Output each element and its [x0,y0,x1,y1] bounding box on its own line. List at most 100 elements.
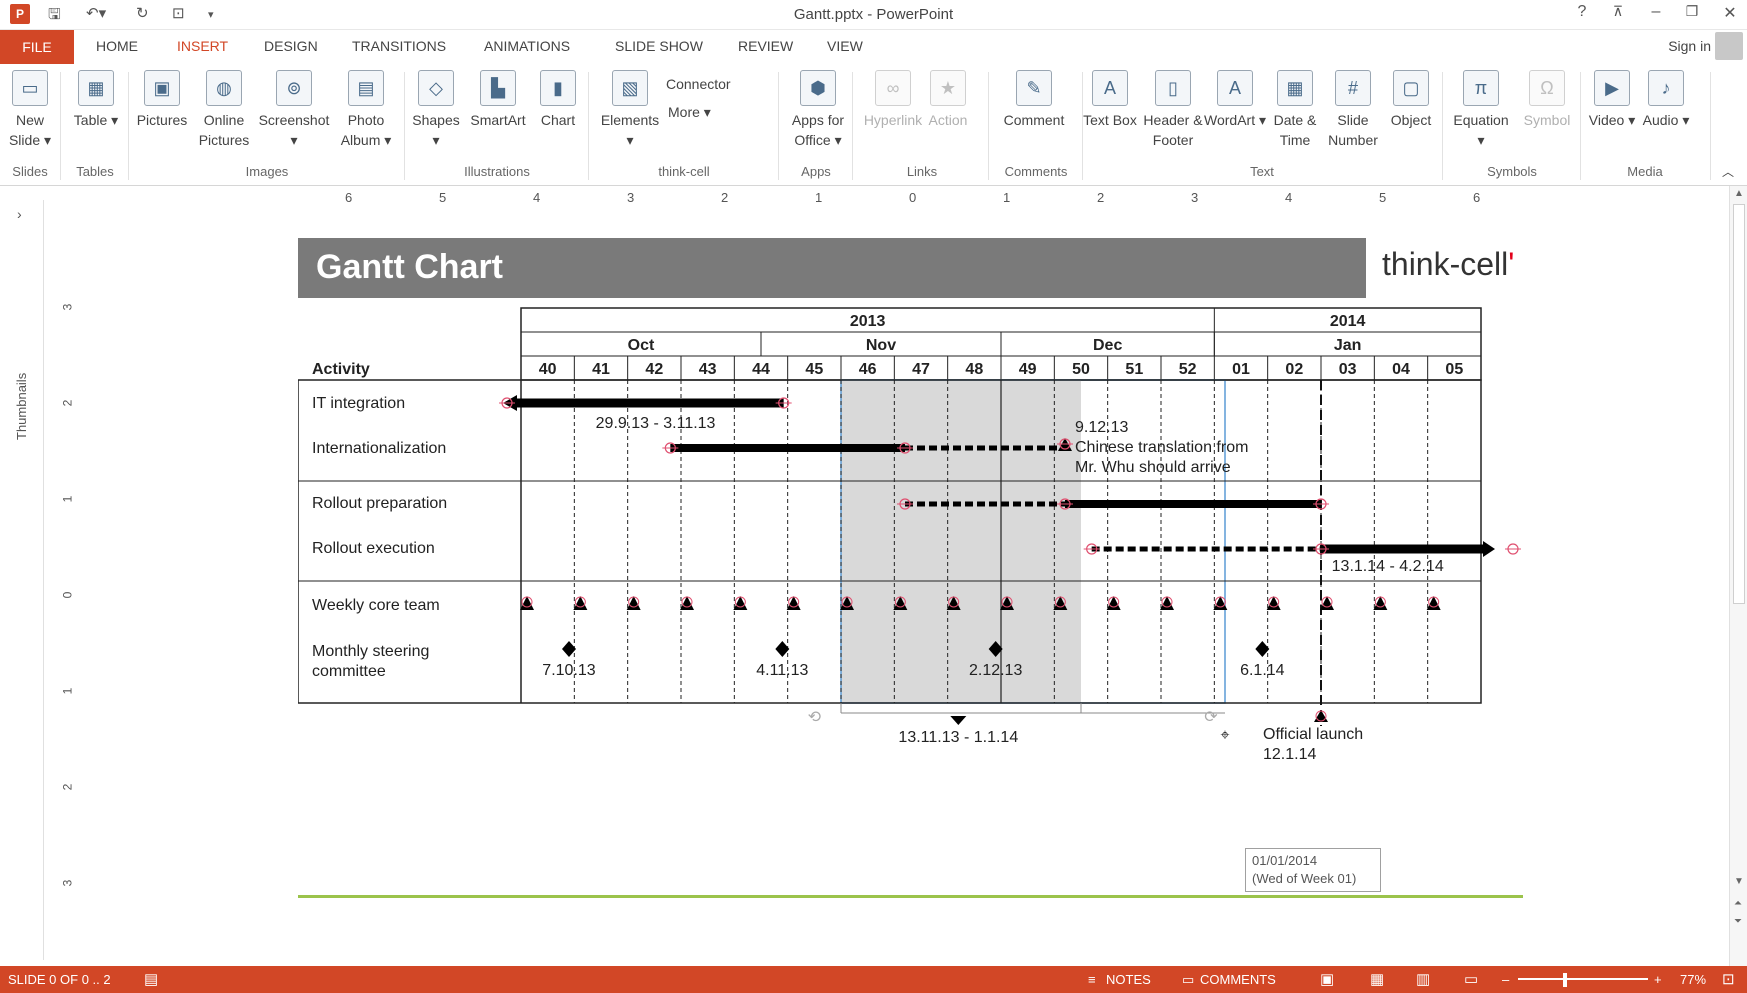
sign-in-link[interactable]: Sign in [1668,38,1711,54]
steering-date: 2.12.13 [969,662,1022,679]
smartart-button[interactable]: ▙ SmartArt [464,66,532,130]
chart-button-label: Chart [540,112,576,128]
steering-date: 6.1.14 [1240,662,1285,679]
calendar-icon: ▦ [1277,70,1313,106]
ribbon-group-divider [988,72,989,180]
zoom-out-icon[interactable]: – [1502,972,1509,987]
tab-file[interactable]: FILE [0,30,74,64]
new-slide-button-label: New Slide ▾ [8,112,52,148]
previous-slide-icon[interactable]: ⏶ [1734,898,1742,909]
text-box-button[interactable]: A Text Box [1082,66,1138,130]
text-box-icon: A [1092,70,1128,106]
tab-slide-show[interactable]: SLIDE SHOW [615,38,703,54]
apps-for-office-button-label: Apps for Office ▾ [791,112,845,148]
comments-icon[interactable]: ▭ [1182,972,1194,988]
week-label: 41 [592,361,610,378]
header-footer-button[interactable]: ▯ Header & Footer [1140,66,1206,150]
action-button[interactable]: ★ Action [922,66,974,130]
table-button[interactable]: ▦ Table ▾ [70,66,122,130]
symbol-button[interactable]: Ω Symbol [1520,66,1574,130]
slide-canvas[interactable]: Gantt Chart think-cell' 2013 2014 Oct Nov De… [298,238,1528,898]
notes-button[interactable]: NOTES [1106,972,1151,987]
slide-show-icon[interactable]: ▭ [1464,970,1478,988]
window-title: Gantt.pptx - PowerPoint [793,6,954,23]
minimize-icon[interactable]: – [1642,3,1670,21]
ruler-mark: 2 [60,783,75,791]
slide-number-button[interactable]: # Slide Number [1322,66,1384,150]
scrollbar-thumb[interactable] [1733,204,1745,604]
object-button-label: Object [1390,112,1432,128]
online-pictures-button[interactable]: ◍ Online Pictures [196,66,252,150]
tab-view[interactable]: VIEW [827,38,863,54]
horizontal-ruler: 6 5 4 3 2 1 0 1 2 3 4 5 6 [70,186,1730,210]
help-button[interactable]: ? [1568,3,1596,21]
activity-label: committee [312,663,386,680]
wordart-button[interactable]: A WordArt ▾ [1204,66,1266,130]
ribbon-display-options-icon[interactable]: ⊼ [1604,3,1632,20]
zoom-slider-thumb[interactable] [1563,973,1567,987]
more-button[interactable]: More ▾ [668,102,711,122]
zoom-slider[interactable] [1518,978,1648,980]
object-button[interactable]: ▢ Object [1382,66,1440,130]
smartart-button-label: SmartArt [470,112,526,128]
apps-for-office-button[interactable]: ⬢ Apps for Office ▾ [784,66,852,150]
avatar[interactable] [1715,32,1743,60]
restore-icon[interactable]: ❐ [1678,3,1706,20]
week-label: 48 [965,361,983,378]
thumbnails-pane: › Thumbnails [0,200,44,960]
tab-transitions[interactable]: TRANSITIONS [352,38,446,54]
comment-icon: ✎ [1016,70,1052,106]
video-button[interactable]: ▶ Video ▾ [1586,66,1638,130]
ruler-mark: 1 [60,687,75,695]
tab-design[interactable]: DESIGN [264,38,318,54]
date-time-button[interactable]: ▦ Date & Time [1264,66,1326,150]
scroll-up-icon[interactable]: ▲ [1734,188,1744,199]
shapes-button[interactable]: ◇ Shapes ▾ [408,66,464,150]
slide-sorter-icon[interactable]: ▦ [1370,970,1384,988]
scroll-down-icon[interactable]: ▼ [1734,876,1744,887]
gantt-chart[interactable]: 2013 2014 Oct Nov Dec Jan 40 41 42 43 44 45 46 47 48 49… [298,238,1528,898]
elements-button[interactable]: ▧ Elements ▾ [596,66,664,150]
ruler-mark: 3 [627,190,635,205]
week-label: 50 [1072,361,1090,378]
tab-insert[interactable]: INSERT [177,38,228,54]
screenshot-button[interactable]: ⊚ Screenshot ▾ [256,66,332,150]
comments-button[interactable]: COMMENTS [1200,972,1276,987]
tab-home[interactable]: HOME [96,38,138,54]
bar-arrow [1483,541,1495,557]
spell-check-icon[interactable]: ▤ [144,970,158,988]
activity-header: Activity [312,361,370,378]
zoom-in-icon[interactable]: + [1654,972,1662,987]
smartart-icon: ▙ [480,70,516,106]
range-pointer [950,716,967,725]
reading-view-icon[interactable]: ▥ [1416,970,1430,988]
vertical-scrollbar[interactable]: ▲ ▼ ⏶ ⏷ [1729,186,1747,966]
comment-button[interactable]: ✎ Comment [996,66,1072,130]
ruler-mark: 2 [721,190,729,205]
audio-button[interactable]: ♪ Audio ▾ [1640,66,1692,130]
normal-view-icon[interactable]: ▣ [1320,970,1334,988]
chart-button[interactable]: ▮ Chart [532,66,584,130]
collapse-ribbon-icon[interactable]: ︿ [1722,162,1734,182]
tab-review[interactable]: REVIEW [738,38,793,54]
zoom-level[interactable]: 77% [1680,972,1706,987]
next-slide-icon[interactable]: ⏷ [1734,916,1742,927]
hyperlink-button[interactable]: ∞ Hyperlink [858,66,928,130]
new-slide-icon: ▭ [12,70,48,106]
expand-thumbnails-icon[interactable]: › [17,206,22,222]
notes-icon[interactable]: ≡ [1088,972,1096,987]
hyperlink-button-label: Hyperlink [863,112,923,128]
close-icon[interactable]: ✕ [1716,3,1744,23]
new-slide-button[interactable]: ▭ New Slide ▾ [4,66,56,150]
it-integration-dates: 29.9.13 - 3.11.13 [596,415,716,432]
photo-album-button[interactable]: ▤ Photo Album ▾ [336,66,396,150]
ribbon-group-label: Media [1627,164,1663,179]
pictures-button[interactable]: ▣ Pictures [132,66,192,130]
connector-button[interactable]: Connector [666,74,731,94]
tab-animations[interactable]: ANIMATIONS [484,38,570,54]
video-button-label: Video ▾ [1588,112,1636,128]
equation-button[interactable]: π Equation ▾ [1448,66,1514,150]
ruler-mark: 3 [1191,190,1199,205]
fit-to-window-icon[interactable]: ⊡ [1722,970,1735,988]
table-icon: ▦ [78,70,114,106]
